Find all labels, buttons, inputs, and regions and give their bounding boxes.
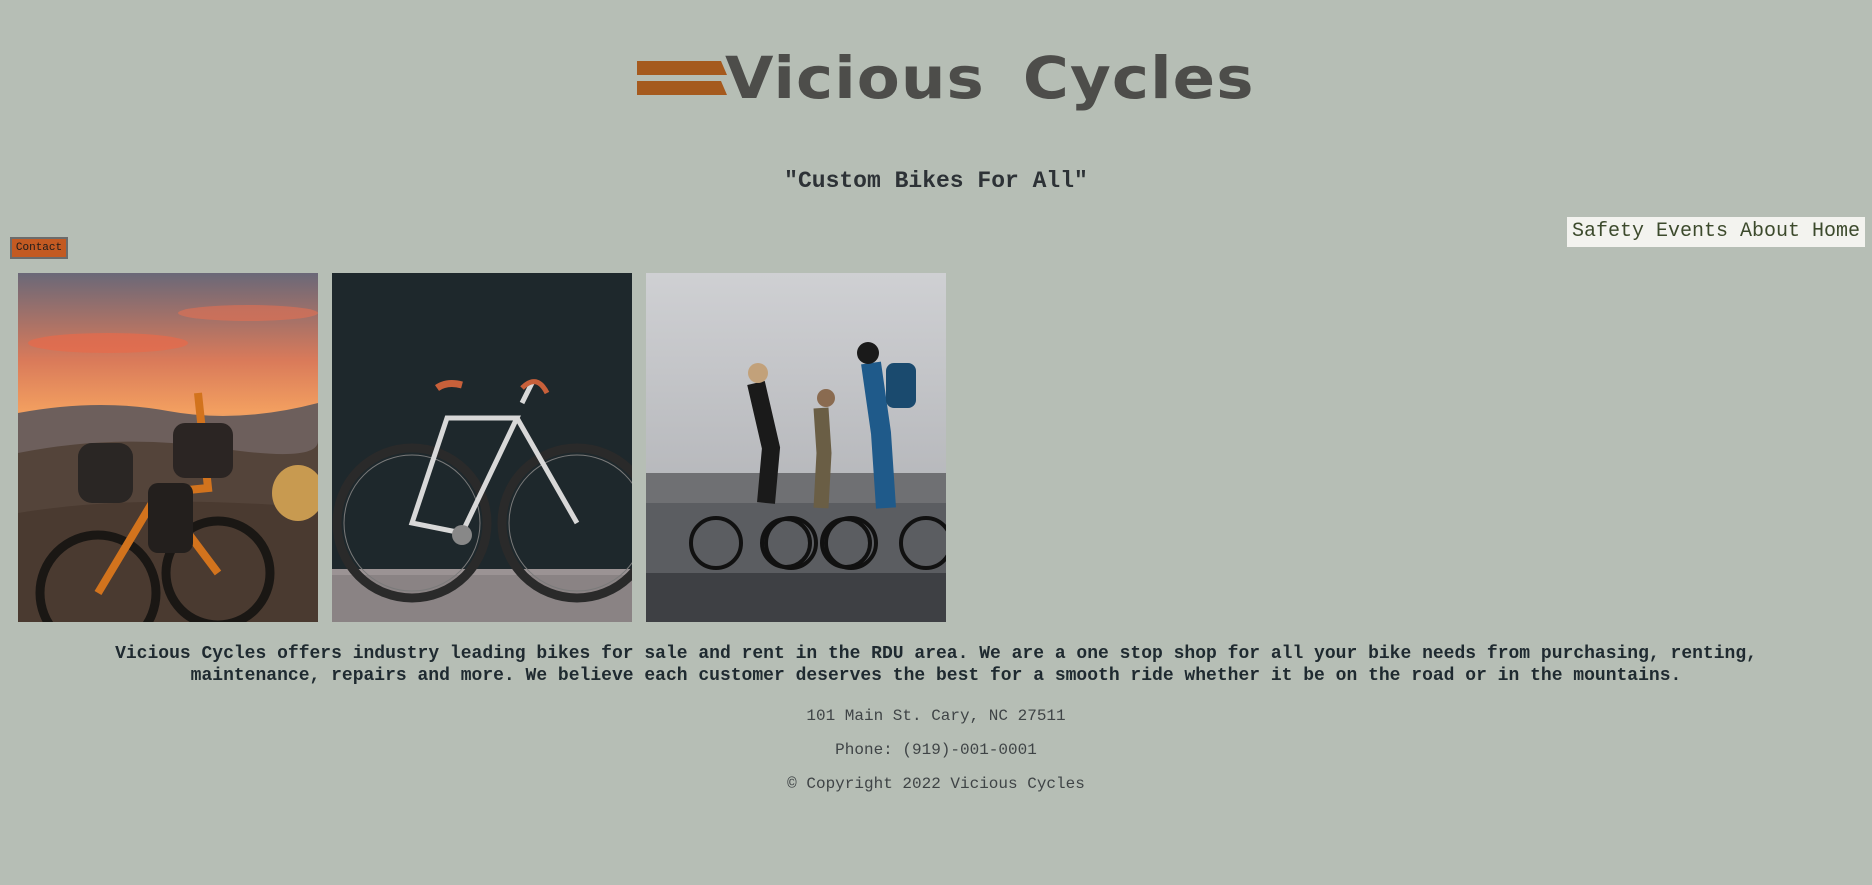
nav-item-events[interactable]: Events [1656,220,1728,243]
cyclists-riding-photo [646,273,946,622]
site-logo[interactable]: Vicious Cycles [637,48,1254,108]
contact-button[interactable]: Contact [10,237,68,259]
logo-text: Vicious Cycles [725,44,1255,112]
nav-item-home[interactable]: Home [1812,220,1860,243]
footer-copyright: © Copyright 2022 Vicious Cycles [787,775,1085,793]
about-description: Vicious Cycles offers industry leading b… [115,644,1757,686]
nav-item-safety[interactable]: Safety [1572,220,1644,243]
footer-phone: Phone: (919)-001-0001 [835,741,1037,759]
page: Vicious Cycles "Custom Bikes For All" Sa… [0,0,1872,885]
footer-address: 101 Main St. Cary, NC 27511 [806,707,1066,725]
photo-gallery [18,273,946,622]
logo-stripes-icon [637,57,729,99]
nav-item-about[interactable]: About [1740,220,1800,243]
white-road-bike-photo [332,273,632,622]
main-nav: Safety Events About Home [1566,217,1865,247]
bikepacking-bike-sunset-photo [18,273,318,622]
tagline: "Custom Bikes For All" [784,168,1088,194]
